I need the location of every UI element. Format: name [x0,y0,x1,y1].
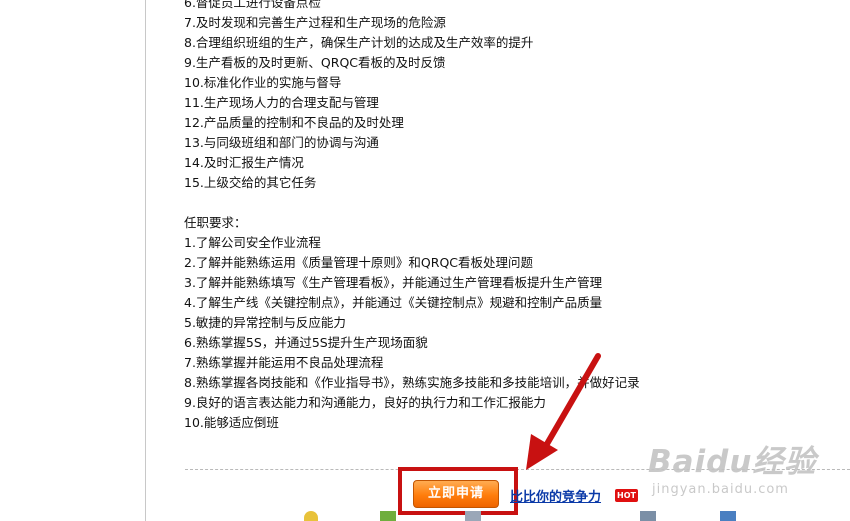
star-icon[interactable] [304,511,318,521]
red-pointer-arrow-icon [526,353,601,470]
toolbar-icon[interactable] [465,511,481,521]
printer-icon[interactable] [640,511,656,521]
hot-badge: HOT [615,489,638,502]
apply-now-button[interactable]: 立即申请 [413,480,499,508]
toolbar-icon[interactable] [720,511,736,521]
bottom-toolbar-partial [300,511,780,521]
toolbar-icon[interactable] [380,511,396,521]
compare-competitiveness-link[interactable]: 比比你的竞争力 [510,486,601,505]
